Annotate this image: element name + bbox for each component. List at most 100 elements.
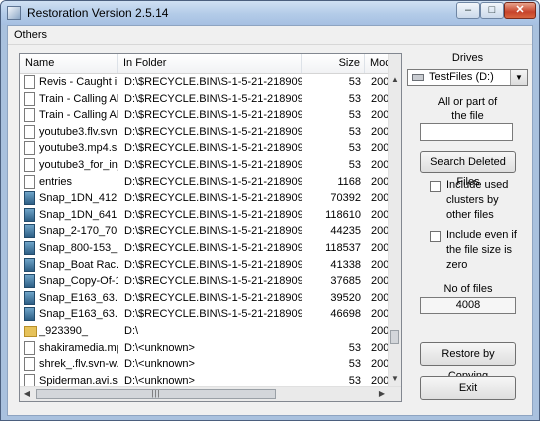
include-used-clusters-checkbox[interactable]	[430, 181, 441, 192]
table-row[interactable]: Snap_Boat Rac... D:\$RECYCLE.BIN\S-1-5-21…	[20, 257, 389, 274]
minimize-icon[interactable]: –	[456, 2, 480, 19]
cell-size: 44235	[330, 225, 361, 238]
cell-name: Snap_E163_63...	[39, 308, 118, 321]
file-list[interactable]: Name In Folder Size Moc Revis - Caught i…	[19, 53, 402, 402]
cell-size: 53	[348, 76, 361, 88]
cell-name: entries	[39, 175, 73, 188]
cell-size: 53	[348, 125, 361, 138]
file-icon	[24, 108, 35, 123]
drive-select[interactable]: TestFiles (D:) ▼	[407, 69, 528, 86]
table-row[interactable]: Revis - Caught i... D:\$RECYCLE.BIN\S-1-5…	[20, 74, 389, 91]
scroll-left-icon[interactable]: ◀	[21, 388, 33, 400]
file-icon	[24, 157, 35, 172]
table-row[interactable]: Snap_2-170_70... D:\$RECYCLE.BIN\S-1-5-21…	[20, 223, 389, 240]
close-icon[interactable]: ✕	[504, 2, 536, 19]
table-row[interactable]: entries D:\$RECYCLE.BIN\S-1-5-21-21890995…	[20, 174, 389, 191]
cell-size: 53	[348, 341, 361, 354]
scroll-up-icon[interactable]: ▲	[389, 74, 401, 86]
cell-size: 1168	[337, 175, 361, 188]
column-header-folder[interactable]: In Folder	[118, 54, 302, 73]
cell-folder: D:\$RECYCLE.BIN\S-1-5-21-21890995...	[124, 142, 302, 155]
table-row[interactable]: Snap_800-153_... D:\$RECYCLE.BIN\S-1-5-21…	[20, 240, 389, 257]
scroll-down-icon[interactable]: ▼	[389, 373, 401, 385]
chevron-down-icon[interactable]: ▼	[510, 70, 527, 85]
restore-by-copying-button[interactable]: Restore by Copying	[420, 342, 516, 382]
table-row[interactable]: youtube3_for_inj... D:\$RECYCLE.BIN\S-1-5…	[20, 157, 389, 174]
cell-size: 46698	[330, 308, 361, 321]
file-count-label: No of files	[443, 283, 493, 295]
cell-name: Train - Calling All...	[39, 92, 118, 105]
table-row[interactable]: youtube3.mp4.s... D:\$RECYCLE.BIN\S-1-5-2…	[20, 140, 389, 157]
image-file-icon	[24, 274, 35, 289]
image-file-icon	[24, 257, 35, 272]
image-file-icon	[24, 207, 35, 222]
file-icon	[24, 91, 35, 106]
image-file-icon	[24, 290, 35, 305]
cell-folder: D:\$RECYCLE.BIN\S-1-5-21-21890995...	[124, 192, 302, 205]
image-file-icon	[24, 224, 35, 239]
drive-select-value: TestFiles (D:)	[429, 71, 494, 83]
cell-size: 53	[348, 158, 361, 171]
client-area: Others Name In Folder Size Moc Revis - C…	[7, 25, 533, 416]
cell-name: youtube3.flv.svn...	[39, 125, 118, 138]
cell-folder: D:\$RECYCLE.BIN\S-1-5-21-21890995...	[124, 308, 302, 321]
table-row[interactable]: Snap_Copy-Of-1... D:\$RECYCLE.BIN\S-1-5-2…	[20, 273, 389, 290]
table-row[interactable]: Train - Calling All... D:\$RECYCLE.BIN\S-…	[20, 107, 389, 124]
include-zero-size-label-1: Include even if	[446, 229, 517, 241]
cell-folder: D:\$RECYCLE.BIN\S-1-5-21-21890995...	[124, 76, 302, 88]
scroll-right-icon[interactable]: ▶	[376, 388, 388, 400]
table-row[interactable]: Snap_1DN_412... D:\$RECYCLE.BIN\S-1-5-21-…	[20, 190, 389, 207]
include-used-clusters-label-2: clusters by	[446, 194, 499, 206]
cell-name: Snap_E163_63...	[39, 291, 118, 304]
cell-folder: D:\$RECYCLE.BIN\S-1-5-21-21890995...	[124, 175, 302, 188]
cell-size	[303, 323, 361, 339]
horizontal-scroll-thumb[interactable]: |||	[36, 389, 276, 399]
cell-folder: D:\$RECYCLE.BIN\S-1-5-21-21890995...	[124, 225, 302, 238]
cell-name: Snap_Boat Rac...	[39, 258, 118, 271]
table-row[interactable]: Train - Calling All... D:\$RECYCLE.BIN\S-…	[20, 91, 389, 108]
exit-button[interactable]: Exit	[420, 376, 516, 400]
title-bar[interactable]: Restoration Version 2.5.14 – □ ✕	[1, 1, 539, 25]
drive-icon	[412, 74, 424, 81]
vertical-scroll-thumb[interactable]	[390, 330, 399, 344]
search-label-line1: All or part of	[437, 96, 498, 108]
include-used-clusters-label-1: Include used	[446, 179, 509, 191]
cell-name: Train - Calling All...	[39, 109, 118, 122]
horizontal-scrollbar[interactable]: ◀ ||| ▶	[20, 386, 401, 401]
include-zero-size-label-2: the file size is	[446, 244, 513, 256]
cell-folder: D:\$RECYCLE.BIN\S-1-5-21-21890995...	[124, 241, 302, 254]
cell-folder: D:\<unknown>	[124, 358, 195, 371]
include-zero-size-checkbox[interactable]	[430, 231, 441, 242]
cell-name: _923390_	[39, 324, 88, 337]
menu-others[interactable]: Others	[14, 29, 47, 41]
file-name-input[interactable]	[420, 123, 513, 141]
search-deleted-files-button[interactable]: Search Deleted Files	[420, 151, 516, 188]
cell-name: Snap_Copy-Of-1...	[39, 275, 118, 288]
cell-folder: D:\	[124, 324, 139, 337]
table-row[interactable]: _923390_ D:\ 200	[20, 323, 389, 340]
cell-folder: D:\$RECYCLE.BIN\S-1-5-21-21890995...	[124, 109, 302, 122]
cell-size: 53	[348, 358, 361, 371]
image-file-icon	[24, 240, 35, 255]
table-row[interactable]: shrek_.flv.svn-w... D:\<unknown> 53 200	[20, 356, 389, 373]
table-row[interactable]: Snap_1DN_641... D:\$RECYCLE.BIN\S-1-5-21-…	[20, 207, 389, 224]
search-label-line2: the file	[451, 110, 484, 122]
table-row[interactable]: Snap_E163_63... D:\$RECYCLE.BIN\S-1-5-21-…	[20, 290, 389, 307]
cell-size: 118610	[325, 208, 361, 221]
window-title: Restoration Version 2.5.14	[27, 6, 169, 20]
maximize-icon[interactable]: □	[480, 2, 504, 19]
table-row[interactable]: youtube3.flv.svn... D:\$RECYCLE.BIN\S-1-5…	[20, 124, 389, 141]
cell-size: 37685	[330, 275, 361, 288]
table-row[interactable]: shakiramedia.mp...D:\<unknown>53200	[20, 340, 389, 357]
cell-name: shrek_.flv.svn-w...	[39, 358, 118, 371]
cell-name: shakiramedia.mp...	[39, 341, 118, 354]
cell-folder: D:\$RECYCLE.BIN\S-1-5-21-21890995...	[124, 275, 302, 288]
vertical-scrollbar[interactable]: ▲ ▼	[388, 54, 401, 387]
menu-bar: Others	[8, 26, 532, 45]
table-row[interactable]: Snap_E163_63... D:\$RECYCLE.BIN\S-1-5-21-…	[20, 306, 389, 323]
cell-folder: D:\$RECYCLE.BIN\S-1-5-21-21890995...	[124, 158, 302, 171]
column-header-name[interactable]: Name	[20, 54, 118, 73]
file-icon	[24, 340, 35, 355]
cell-name: Snap_1DN_641...	[39, 208, 118, 221]
column-header-size[interactable]: Size	[302, 54, 365, 73]
